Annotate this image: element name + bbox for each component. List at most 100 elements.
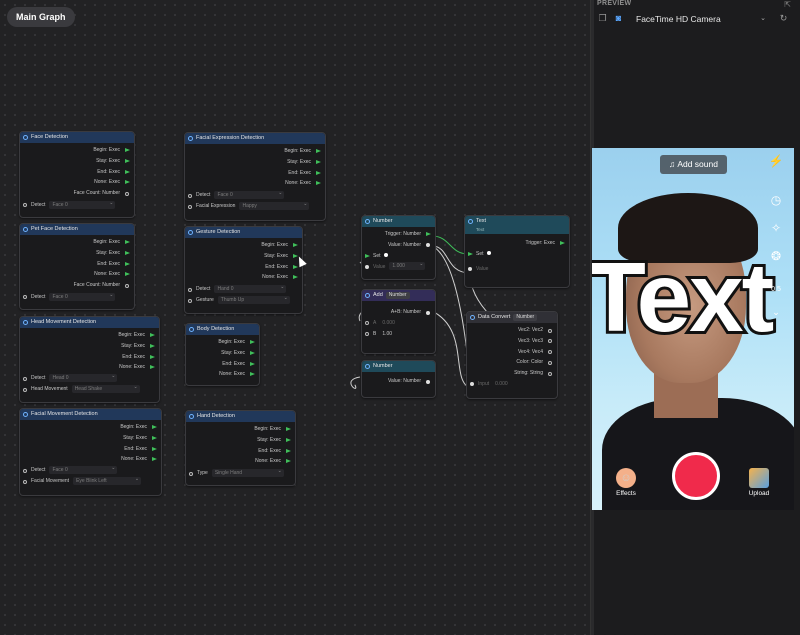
exec-pin-icon[interactable] bbox=[150, 354, 155, 359]
output-pin[interactable]: None: Exec bbox=[20, 454, 161, 465]
pin-icon[interactable] bbox=[548, 350, 552, 355]
output-pin[interactable]: Begin: Exec bbox=[20, 145, 134, 156]
expression-select[interactable]: Happy bbox=[239, 200, 310, 210]
exec-pin-icon[interactable] bbox=[250, 340, 255, 344]
node-add[interactable]: Add Number A+B: Number A 0.000 B 1.00 bbox=[361, 289, 436, 354]
output-pin[interactable]: Begin: Exec bbox=[185, 146, 325, 157]
input-pin-icon[interactable] bbox=[23, 376, 27, 381]
node-header[interactable]: Text Text bbox=[465, 216, 569, 234]
node-header[interactable]: Facial Movement Detection bbox=[20, 409, 161, 420]
camera-select[interactable]: FaceTime HD Camera ⌄ bbox=[630, 12, 770, 26]
number-pin-icon[interactable] bbox=[125, 283, 129, 288]
node-header[interactable]: Body Detection bbox=[186, 324, 259, 335]
output-pin[interactable]: None: Exec bbox=[20, 177, 134, 188]
node-graph-canvas[interactable]: Main Graph Face Detection Begin: Exec St… bbox=[0, 0, 590, 635]
movement-select[interactable]: Eye Blink Left bbox=[73, 475, 142, 485]
input-pin-icon[interactable] bbox=[188, 204, 192, 209]
detect-select[interactable]: Hand 0 bbox=[214, 283, 287, 293]
output-pin[interactable]: End: Exec bbox=[20, 259, 134, 270]
input-pin-icon[interactable] bbox=[365, 332, 369, 337]
type-select[interactable]: Single Hand bbox=[211, 467, 284, 477]
output-pin[interactable]: Value: Number bbox=[362, 240, 435, 251]
exec-pin-icon[interactable] bbox=[125, 158, 130, 163]
layout-icon[interactable]: ❐ bbox=[597, 13, 608, 24]
input-pin-icon[interactable] bbox=[470, 382, 474, 387]
node-header[interactable]: Pet Face Detection bbox=[20, 224, 134, 235]
output-pin[interactable]: Value: Number bbox=[362, 376, 435, 387]
output-pin[interactable]: Begin: Exec bbox=[185, 240, 302, 251]
exec-pin-icon[interactable] bbox=[286, 448, 291, 453]
exec-pin-icon[interactable] bbox=[293, 243, 298, 247]
upload-icon[interactable] bbox=[749, 468, 769, 488]
number-pin-icon[interactable] bbox=[426, 379, 430, 384]
node-text[interactable]: Text Text Trigger: Exec Set Value bbox=[464, 215, 570, 288]
detect-select[interactable]: Face 0 bbox=[49, 199, 116, 209]
output-pin[interactable]: Face Count: Number bbox=[20, 280, 134, 291]
output-pin[interactable]: None: Exec bbox=[186, 456, 295, 467]
output-pin[interactable]: None: Exec bbox=[185, 272, 302, 283]
exec-pin-icon[interactable] bbox=[365, 253, 370, 258]
exec-pin-icon[interactable] bbox=[250, 350, 255, 355]
detect-select[interactable]: Face 0 bbox=[214, 189, 285, 199]
exec-pin-icon[interactable] bbox=[286, 459, 291, 464]
input-pin-icon[interactable] bbox=[188, 298, 192, 303]
a-value-field[interactable]: 0.000 bbox=[382, 320, 395, 326]
output-pin[interactable]: End: Exec bbox=[186, 359, 259, 370]
beautify-icon[interactable]: ✧ bbox=[768, 220, 784, 236]
effects-icon[interactable]: ☺ bbox=[616, 468, 636, 488]
output-pin[interactable]: Vec4: Vec4 bbox=[467, 347, 557, 358]
output-pin[interactable]: End: Exec bbox=[185, 262, 302, 273]
camera-preview[interactable]: Text ♫ Add sound ⚡ ◷ ✧ ❂ 0.5 ⌄ ☺ Effects… bbox=[592, 148, 794, 510]
refresh-icon[interactable]: ↻ bbox=[778, 13, 789, 24]
output-pin[interactable]: End: Exec bbox=[20, 352, 159, 363]
type-select[interactable]: Number bbox=[385, 292, 410, 299]
exec-pin-icon[interactable] bbox=[293, 264, 298, 269]
movement-select[interactable]: Head Shake bbox=[71, 383, 140, 393]
exec-pin-icon[interactable] bbox=[316, 170, 321, 175]
exec-pin-icon[interactable] bbox=[152, 425, 157, 429]
input-pin-icon[interactable] bbox=[468, 267, 472, 272]
pin-icon[interactable] bbox=[548, 360, 552, 365]
input-pin-icon[interactable] bbox=[23, 479, 27, 484]
input-pin-icon[interactable] bbox=[365, 265, 369, 270]
node-body-detection[interactable]: Body Detection Begin: Exec Stay: Exec En… bbox=[185, 323, 260, 386]
node-number[interactable]: Number Trigger: Number Value: Number Set… bbox=[361, 215, 436, 280]
exec-pin-icon[interactable] bbox=[125, 261, 130, 266]
gesture-select[interactable]: Thumb Up bbox=[217, 294, 290, 304]
exec-pin-icon[interactable] bbox=[125, 272, 130, 277]
exec-pin-icon[interactable] bbox=[286, 437, 291, 442]
node-number-2[interactable]: Number Value: Number bbox=[361, 360, 436, 398]
output-pin[interactable]: Stay: Exec bbox=[20, 156, 134, 167]
detect-select[interactable]: Face 0 bbox=[49, 464, 118, 474]
output-pin[interactable]: None: Exec bbox=[186, 369, 259, 380]
node-gesture-detection[interactable]: Gesture Detection Begin: Exec Stay: Exec… bbox=[184, 226, 303, 314]
filters-icon[interactable]: ❂ bbox=[768, 248, 784, 264]
node-hand-detection[interactable]: Hand Detection Begin: Exec Stay: Exec En… bbox=[185, 410, 296, 486]
output-pin[interactable]: Face Count: Number bbox=[20, 188, 134, 199]
output-pin[interactable]: Stay: Exec bbox=[20, 341, 159, 352]
exec-pin-icon[interactable] bbox=[125, 240, 130, 244]
exec-pin-icon[interactable] bbox=[426, 232, 431, 236]
output-pin[interactable]: End: Exec bbox=[20, 167, 134, 178]
output-pin[interactable]: None: Exec bbox=[20, 269, 134, 280]
output-pin[interactable]: None: Exec bbox=[185, 178, 325, 189]
output-pin[interactable]: Vec2: Vec2 bbox=[467, 325, 557, 336]
exec-pin-icon[interactable] bbox=[250, 372, 255, 377]
number-pin-icon[interactable] bbox=[125, 191, 129, 196]
popout-icon[interactable]: ⇱ bbox=[784, 0, 791, 9]
output-pin[interactable]: Stay: Exec bbox=[185, 251, 302, 262]
add-sound-button[interactable]: ♫ Add sound bbox=[660, 155, 727, 174]
node-header[interactable]: Number bbox=[362, 216, 435, 227]
more-chevron-icon[interactable]: ⌄ bbox=[768, 304, 784, 320]
input-pin-icon[interactable] bbox=[188, 287, 192, 292]
output-pin[interactable]: None: Exec bbox=[20, 362, 159, 373]
exec-pin-icon[interactable] bbox=[286, 427, 291, 431]
node-header[interactable]: Add Number bbox=[362, 290, 435, 301]
flash-icon[interactable]: ⚡ bbox=[768, 153, 784, 169]
output-pin[interactable]: End: Exec bbox=[186, 446, 295, 457]
timer-icon[interactable]: ◷ bbox=[768, 192, 784, 208]
node-header[interactable]: Hand Detection bbox=[186, 411, 295, 422]
input-pin-icon[interactable] bbox=[188, 193, 192, 198]
exec-pin-icon[interactable] bbox=[293, 275, 298, 280]
exec-pin-icon[interactable] bbox=[250, 361, 255, 366]
